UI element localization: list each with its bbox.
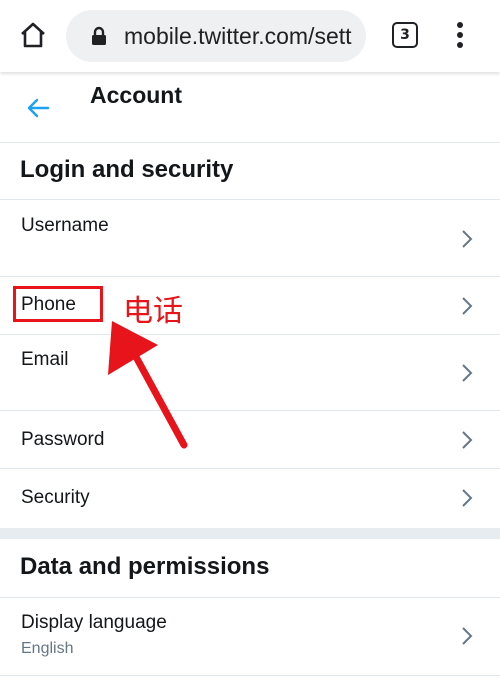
settings-row-email[interactable]: Email xyxy=(0,335,500,411)
chevron-right-icon xyxy=(462,364,473,382)
section-divider xyxy=(0,528,500,539)
back-arrow-icon[interactable] xyxy=(24,94,52,122)
url-text: mobile.twitter.com/sett xyxy=(124,23,352,49)
annotation-highlight-box xyxy=(13,286,103,322)
settings-row-display-language[interactable]: Display language English xyxy=(0,598,500,676)
overflow-menu-button[interactable] xyxy=(448,20,472,50)
settings-row-security[interactable]: Security xyxy=(0,469,500,528)
annotation-arrow-icon xyxy=(108,321,188,449)
settings-row-password[interactable]: Password xyxy=(0,411,500,469)
chevron-right-icon xyxy=(462,297,473,315)
page-title: Account xyxy=(90,82,182,108)
section-heading-login-security: Login and security xyxy=(0,143,500,200)
menu-dot xyxy=(457,22,463,28)
browser-toolbar: mobile.twitter.com/sett 3 xyxy=(0,0,500,72)
section-heading-data-permissions: Data and permissions xyxy=(0,539,500,598)
page-header: Account xyxy=(0,72,500,143)
settings-row-username[interactable]: Username xyxy=(0,200,500,277)
chevron-right-icon xyxy=(462,489,473,507)
menu-dot xyxy=(457,32,463,38)
home-button[interactable] xyxy=(16,18,50,52)
row-label: Password xyxy=(21,429,105,450)
row-label: Display language xyxy=(21,612,167,633)
lock-icon xyxy=(92,26,106,45)
chevron-right-icon xyxy=(462,627,473,645)
chevron-right-icon xyxy=(462,431,473,449)
row-label: Security xyxy=(21,487,90,508)
row-sublabel: English xyxy=(21,640,74,657)
home-icon xyxy=(21,22,45,48)
menu-dot xyxy=(457,42,463,48)
tab-switcher-button[interactable]: 3 xyxy=(392,22,418,48)
address-bar[interactable]: mobile.twitter.com/sett xyxy=(66,10,366,62)
chevron-right-icon xyxy=(462,230,473,248)
row-label: Email xyxy=(21,349,69,370)
row-label: Username xyxy=(21,215,109,236)
